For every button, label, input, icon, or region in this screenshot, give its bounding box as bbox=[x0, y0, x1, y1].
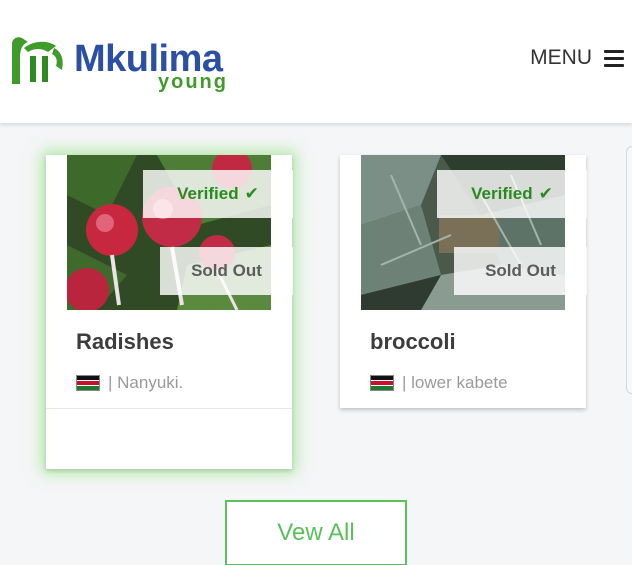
checkmark-icon: ✔ bbox=[244, 184, 259, 203]
verified-badge: Verified ✔ bbox=[437, 170, 587, 218]
location-text: | Nanyuki. bbox=[108, 373, 184, 392]
location-text: | lower kabete bbox=[402, 373, 508, 392]
kenya-flag-icon bbox=[76, 375, 100, 391]
product-card[interactable]: Verified ✔ Sold Out broccoli | lower kab… bbox=[340, 155, 587, 408]
view-all-button[interactable]: Vew All bbox=[225, 500, 407, 565]
sold-out-badge: Sold Out bbox=[160, 247, 293, 295]
next-product-card[interactable] bbox=[626, 146, 632, 394]
logo-subtext: young bbox=[158, 71, 228, 93]
status-label: Sold Out bbox=[191, 261, 262, 280]
product-card[interactable]: Verified ✔ Sold Out Radishes | Nanyuki. bbox=[46, 155, 293, 469]
verified-badge: Verified ✔ bbox=[143, 170, 293, 218]
product-location: | lower kabete bbox=[370, 373, 508, 393]
mkulima-young-logo[interactable]: Mkulima young bbox=[8, 30, 238, 96]
site-header: Mkulima young MENU bbox=[0, 0, 632, 123]
verified-label: Verified bbox=[177, 184, 239, 203]
menu-label: MENU bbox=[530, 46, 592, 69]
checkmark-icon: ✔ bbox=[538, 184, 553, 203]
card-divider bbox=[46, 408, 292, 409]
menu-button[interactable]: MENU bbox=[530, 46, 624, 70]
logo-mark-icon bbox=[12, 37, 63, 84]
hamburger-icon bbox=[604, 49, 624, 67]
sold-out-badge: Sold Out bbox=[454, 247, 587, 295]
kenya-flag-icon bbox=[370, 375, 394, 391]
verified-label: Verified bbox=[471, 184, 533, 203]
product-location: | Nanyuki. bbox=[76, 373, 183, 393]
product-name[interactable]: broccoli bbox=[370, 329, 456, 355]
product-name[interactable]: Radishes bbox=[76, 329, 174, 355]
status-label: Sold Out bbox=[485, 261, 556, 280]
